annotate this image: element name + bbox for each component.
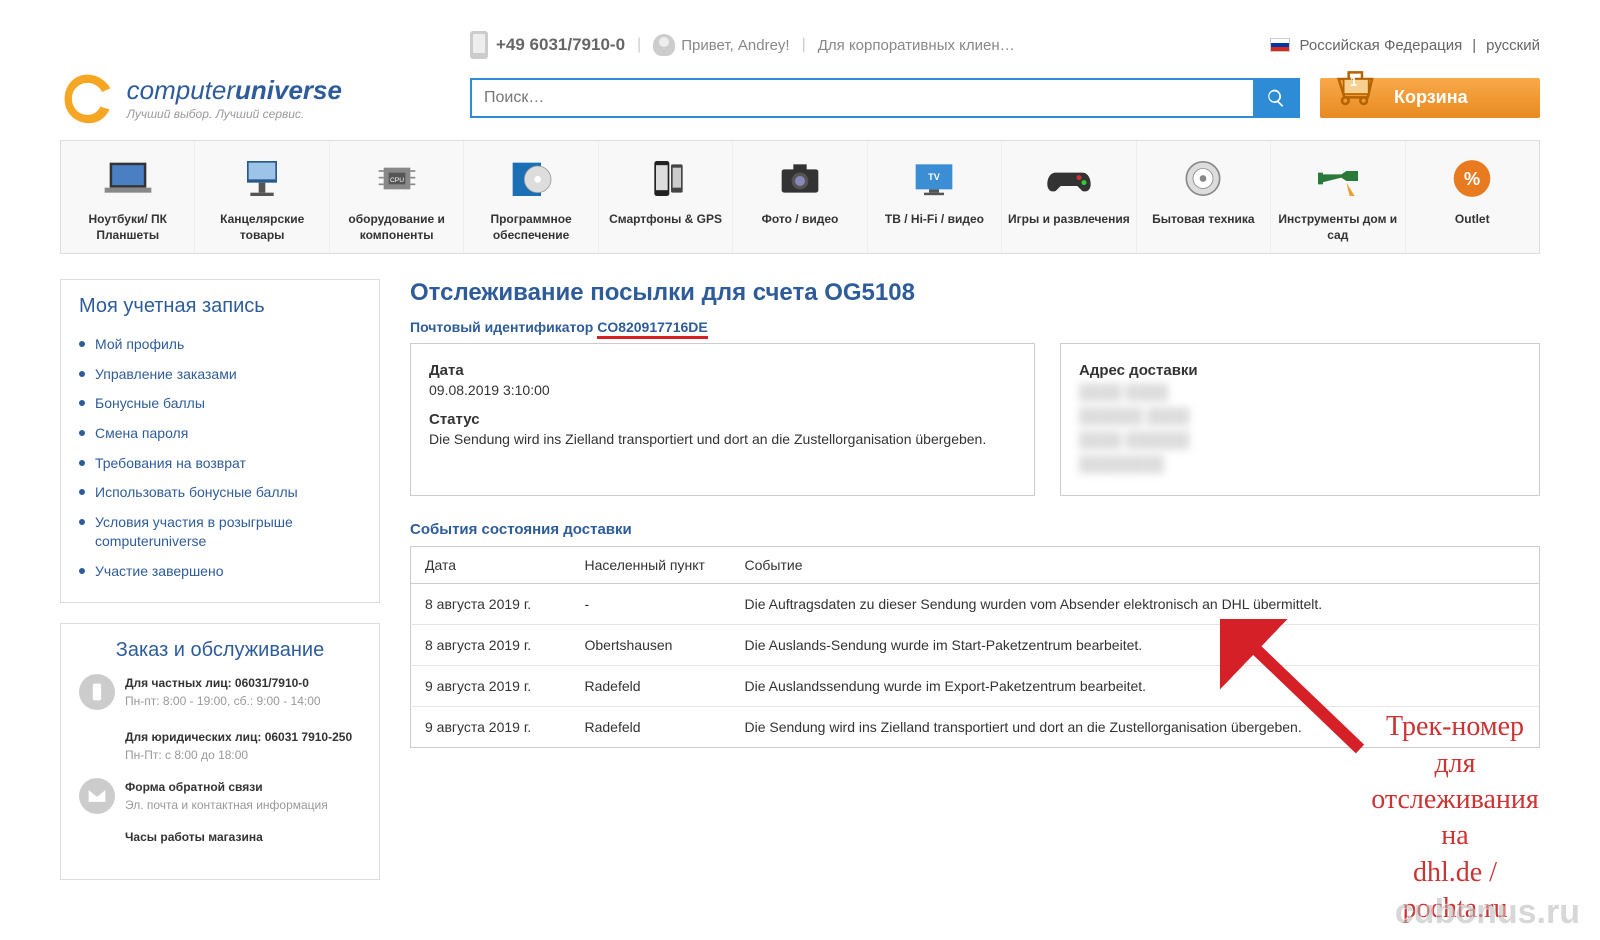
sidebar-item-returns[interactable]: Требования на возврат <box>79 449 361 479</box>
table-row: 8 августа 2019 г.-Die Auftragsdaten zu d… <box>411 584 1540 625</box>
tracking-id-row: Почтовый идентификатор CO820917716DE <box>410 319 1540 335</box>
cat-tools[interactable]: Инструменты дом и сад <box>1271 141 1405 253</box>
cat-photo[interactable]: Фото / видео <box>733 141 867 253</box>
page-title: Отслеживание посылки для счета OG5108 <box>410 279 1540 307</box>
sidebar-item-use-bonus[interactable]: Использовать бонусные баллы <box>79 478 361 508</box>
phone-icon <box>470 31 488 59</box>
account-title: Моя учетная запись <box>79 295 361 318</box>
cat-software[interactable]: Программное обеспечение <box>464 141 598 253</box>
cat-hardware[interactable]: CPUоборудование и компоненты <box>330 141 464 253</box>
greeting[interactable]: Привет, Andrey! <box>681 37 789 54</box>
country-selector[interactable]: Российская Федерация <box>1300 37 1463 54</box>
sidebar: Моя учетная запись Мой профиль Управлени… <box>60 279 380 899</box>
logo-mark-icon <box>60 70 115 125</box>
watermark: cubonus.ru <box>1395 893 1580 932</box>
sidebar-item-bonus[interactable]: Бонусные баллы <box>79 389 361 419</box>
support-box: Заказ и обслуживание Для частных лиц: 06… <box>60 623 380 880</box>
support-title: Заказ и обслуживание <box>79 639 361 662</box>
account-box: Моя учетная запись Мой профиль Управлени… <box>60 279 380 602</box>
search-input[interactable] <box>472 80 1253 116</box>
flag-icon <box>1270 38 1290 52</box>
cat-office[interactable]: Канцелярские товары <box>195 141 329 253</box>
cat-appliances[interactable]: Бытовая техника <box>1137 141 1271 253</box>
cart-icon: 1 <box>1332 58 1382 118</box>
account-menu: Мой профиль Управление заказами Бонусные… <box>79 330 361 586</box>
col-date: Дата <box>411 547 571 584</box>
main: Отслеживание посылки для счета OG5108 По… <box>410 279 1540 899</box>
phone-support-icon <box>79 674 115 710</box>
tagline: Лучший выбор. Лучший сервис. <box>127 107 305 121</box>
logo[interactable]: computeruniverse Лучший выбор. Лучший се… <box>60 70 450 125</box>
page: +49 6031/7910-0 | Привет, Andrey! | Для … <box>0 0 1600 940</box>
mail-icon <box>79 778 115 814</box>
cat-phones[interactable]: Смартфоны & GPS <box>599 141 733 253</box>
cat-tv[interactable]: TVТВ / Hi-Fi / видео <box>868 141 1002 253</box>
svg-text:TV: TV <box>929 172 942 182</box>
events-title: События состояния доставки <box>410 521 1540 538</box>
sidebar-item-orders[interactable]: Управление заказами <box>79 360 361 390</box>
events-table: Дата Населенный пункт Событие 8 августа … <box>410 546 1540 748</box>
top-bar: +49 6031/7910-0 | Привет, Andrey! | Для … <box>470 30 1540 60</box>
content: Моя учетная запись Мой профиль Управлени… <box>60 279 1540 899</box>
sidebar-item-password[interactable]: Смена пароля <box>79 419 361 449</box>
cart-count: 1 <box>1350 74 1357 89</box>
svg-text:CPU: CPU <box>390 177 404 184</box>
tracking-id-link[interactable]: CO820917716DE <box>597 319 708 339</box>
cat-laptops[interactable]: Ноутбуки/ ПК Планшеты <box>61 141 195 253</box>
search-icon <box>1266 88 1286 108</box>
language-selector[interactable]: русский <box>1486 37 1540 54</box>
col-place: Населенный пункт <box>571 547 731 584</box>
table-row: 8 августа 2019 г.ObertshausenDie Ausland… <box>411 625 1540 666</box>
col-event: Событие <box>731 547 1540 584</box>
hours-link[interactable]: Часы работы магазина <box>125 830 263 844</box>
status-card: Дата 09.08.2019 3:10:00 Статус Die Sendu… <box>410 343 1035 496</box>
address-card: Адрес доставки ████ ██████████ ████████ … <box>1060 343 1540 496</box>
sidebar-item-raffle[interactable]: Условия участия в розыгрыше computeruniv… <box>79 508 361 557</box>
cat-outlet[interactable]: %Outlet <box>1406 141 1539 253</box>
header-row: computeruniverse Лучший выбор. Лучший се… <box>60 70 1540 125</box>
address-blurred: ████ ██████████ ████████ ██████████████ <box>1079 381 1521 477</box>
svg-text:%: % <box>1464 168 1480 189</box>
search-box <box>470 78 1300 118</box>
feedback-link[interactable]: Форма обратной связи <box>125 780 263 794</box>
table-row: 9 августа 2019 г.RadefeldDie Sendung wir… <box>411 707 1540 748</box>
user-icon <box>653 34 675 56</box>
category-nav: Ноутбуки/ ПК Планшеты Канцелярские товар… <box>60 140 1540 254</box>
sidebar-item-profile[interactable]: Мой профиль <box>79 330 361 360</box>
phone-number: +49 6031/7910-0 <box>496 35 625 55</box>
sidebar-item-participation[interactable]: Участие завершено <box>79 557 361 587</box>
table-row: 9 августа 2019 г.RadefeldDie Auslandssen… <box>411 666 1540 707</box>
cat-games[interactable]: Игры и развлечения <box>1002 141 1136 253</box>
cart-button[interactable]: 1 Корзина <box>1320 78 1540 118</box>
search-button[interactable] <box>1253 80 1298 116</box>
cart-label: Корзина <box>1394 87 1468 108</box>
corporate-link[interactable]: Для корпоративных клиен… <box>818 37 1015 54</box>
